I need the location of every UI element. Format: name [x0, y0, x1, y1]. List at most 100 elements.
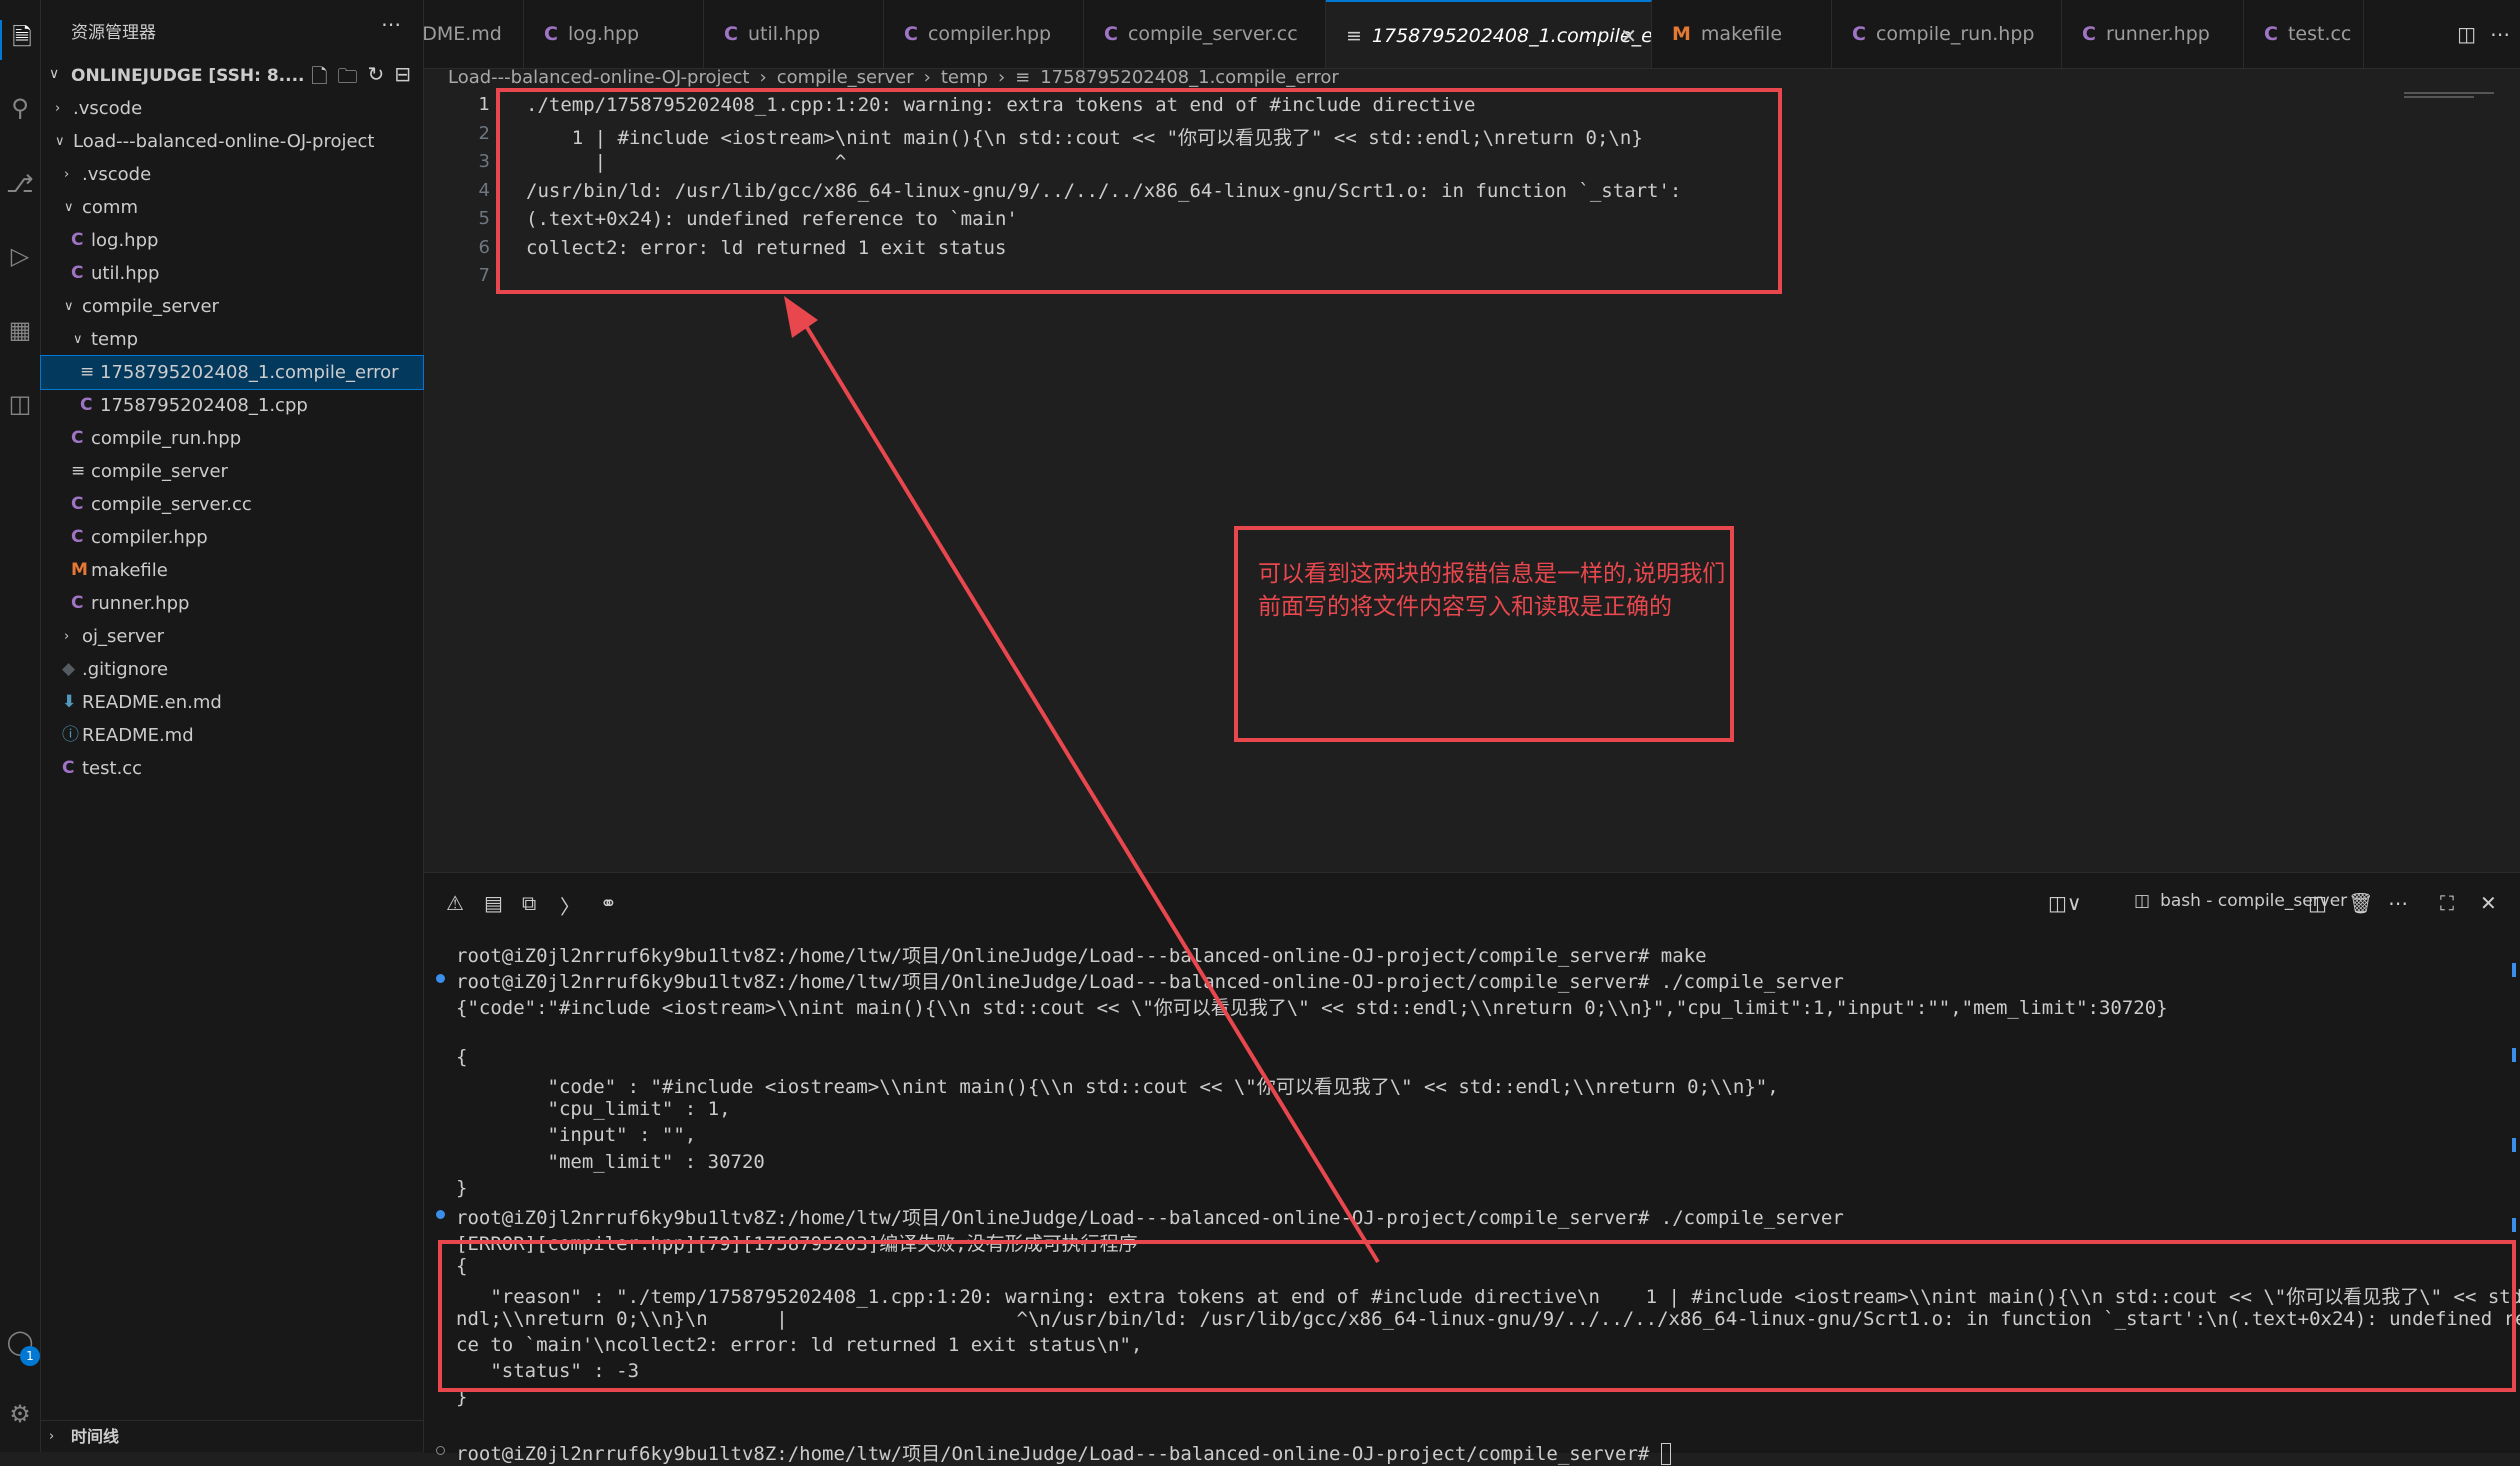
tree-item-label: 1758795202408_1.compile_error [100, 362, 399, 383]
tree-item-label: compile_server.cc [91, 494, 252, 515]
terminal-line-text: "cpu_limit" : 1, [456, 1098, 731, 1121]
close-panel-icon[interactable]: ✕ [2480, 891, 2497, 915]
ports-icon[interactable]: ⚭ [600, 891, 617, 915]
text-file-icon: ≡ [80, 362, 95, 382]
terminal-icon[interactable]: 〉 [560, 891, 580, 920]
chevron-down-icon: ∨ [64, 200, 74, 215]
editor-tab[interactable]: Clog.hpp [524, 0, 704, 68]
tab-label: compile_server.cc [1127, 23, 1298, 45]
new-folder-icon[interactable]: 🗀 [337, 62, 357, 96]
settings-gear-icon[interactable]: ⚙ [0, 1394, 40, 1434]
file-text-icon: ≡ [1015, 66, 1031, 88]
chevron-down-icon: ∨ [55, 134, 65, 149]
timeline-section[interactable]: › 时间线 [41, 1420, 423, 1453]
tree-file[interactable]: ≡ compile_server [41, 455, 423, 488]
terminal-line: } [456, 1177, 467, 1199]
command-decoration[interactable] [436, 1210, 445, 1219]
tree-file[interactable]: Cutil.hpp [41, 257, 423, 290]
editor-tab[interactable]: README.md [424, 0, 524, 68]
editor-tab[interactable]: ≡ 1758795202408_1.compile_error✕ [1326, 0, 1652, 68]
problems-icon[interactable]: ⚠ [446, 891, 464, 915]
chevron-down-icon: ∨ [64, 299, 74, 314]
breadcrumb-item[interactable]: temp [941, 67, 988, 88]
editor-tab[interactable]: Ccompile_server.cc [1084, 0, 1326, 68]
tree-item-label: .gitignore [82, 659, 169, 680]
run-debug-icon[interactable]: ▷ [0, 236, 40, 276]
command-decoration[interactable] [436, 1445, 445, 1455]
terminal-line-text: { [456, 1045, 468, 1068]
tree-file[interactable]: Clog.hpp [41, 224, 423, 257]
tree-item-label: Load---balanced-online-OJ-project [73, 131, 375, 152]
maximize-panel-icon[interactable]: ⛶ [2440, 891, 2454, 915]
breadcrumb-item[interactable]: Load---balanced-online-OJ-project [448, 67, 750, 88]
breadcrumb-item[interactable]: 1758795202408_1.compile_error [1040, 67, 1339, 88]
refresh-icon[interactable]: ↻ [367, 62, 384, 96]
tree-folder[interactable]: › oj_server [41, 620, 423, 653]
tree-file[interactable]: ≡ 1758795202408_1.compile_error [40, 355, 424, 390]
editor-tab[interactable]: Ccompile_run.hpp [1832, 0, 2062, 68]
more-actions-icon[interactable]: ⋯ [2388, 891, 2408, 915]
tree-folder[interactable]: ∨ compile_server [41, 290, 423, 323]
sidebar-title: 资源管理器 [71, 23, 156, 43]
tree-file[interactable]: ⬇ README.en.md [41, 686, 423, 719]
tree-file[interactable]: Ctest.cc [41, 752, 423, 785]
tree-folder[interactable]: › .vscode [41, 158, 423, 191]
new-file-icon[interactable]: 🗋 [311, 62, 327, 96]
tree-item-label: comm [82, 197, 138, 218]
minimap[interactable] [2404, 92, 2504, 106]
editor-tab[interactable]: Cutil.hpp [704, 0, 884, 68]
breadcrumb-item[interactable]: compile_server [777, 67, 914, 88]
tree-folder[interactable]: ∨ comm [41, 191, 423, 224]
collapse-all-icon[interactable]: ⊟ [394, 62, 411, 96]
split-editor-icon[interactable]: ◫ [2457, 0, 2476, 68]
more-actions-icon[interactable]: ⋯ [381, 12, 401, 36]
workspace-header[interactable]: ∨ ONLINEJUDGE [SSH: 8.... 🗋 🗀 ↻ ⊟ [41, 60, 423, 92]
terminal-split-icon: ◫ [2134, 891, 2151, 911]
line-number: 7 [478, 265, 490, 286]
split-terminal-icon[interactable]: ◫ [2308, 891, 2327, 915]
tree-file[interactable]: Ccompile_run.hpp [41, 422, 423, 455]
terminal-cursor [1660, 1443, 1671, 1466]
editor-tab[interactable]: Ccompiler.hpp [884, 0, 1084, 68]
tree-item-label: compiler.hpp [91, 527, 208, 548]
debug-console-icon[interactable]: ⧉ [522, 891, 536, 915]
new-terminal-split-icon[interactable]: ◫∨ [2048, 891, 2082, 915]
tree-folder[interactable]: › .vscode [41, 92, 423, 125]
cpp-file-icon: C [1852, 23, 1866, 45]
text-file-icon: ≡ [71, 461, 86, 481]
scrollbar-marker [2512, 1218, 2516, 1232]
close-icon[interactable]: ✕ [1620, 2, 1637, 68]
search-icon[interactable]: ⚲ [0, 88, 40, 128]
editor-tab[interactable]: Mmakefile [1652, 0, 1832, 68]
annotation-box-editor [496, 88, 1782, 294]
terminal-line: "code" : "#include <iostream>\\nint main… [456, 1072, 1779, 1099]
extensions-icon[interactable]: ▦ [0, 310, 40, 350]
tree-file[interactable]: C 1758795202408_1.cpp [41, 389, 423, 422]
remote-explorer-icon[interactable]: ◫ [0, 384, 40, 424]
tree-file[interactable]: Crunner.hpp [41, 587, 423, 620]
tree-file[interactable]: Ccompile_server.cc [41, 488, 423, 521]
chevron-right-icon: › [64, 629, 70, 644]
cpp-file-icon: C [904, 23, 918, 45]
tab-more-icon[interactable]: ⋯ [2490, 0, 2510, 68]
terminal-line: { [456, 1046, 467, 1068]
trash-icon[interactable]: 🗑 [2348, 891, 2373, 915]
command-decoration[interactable] [436, 974, 445, 984]
output-icon[interactable]: ▤ [484, 891, 503, 915]
tree-file[interactable]: Mmakefile [41, 554, 423, 587]
cpp-file-icon: C [2082, 23, 2096, 45]
tree-file[interactable]: Ccompiler.hpp [41, 521, 423, 554]
source-control-icon[interactable]: ⎇ [0, 164, 40, 204]
cpp-file-icon: C [2264, 23, 2278, 45]
explorer-icon[interactable]: 🗎 [0, 20, 42, 60]
accounts-icon[interactable]: ◯ 1 [0, 1322, 40, 1366]
tree-folder[interactable]: ∨ Load---balanced-online-OJ-project [41, 125, 423, 158]
editor-tab[interactable]: Crunner.hpp [2062, 0, 2244, 68]
line-number: 1 [478, 94, 490, 115]
cpp-file-icon: C [544, 23, 558, 45]
editor-tab[interactable]: Ctest.cc [2244, 0, 2364, 68]
tree-file[interactable]: ◆ .gitignore [41, 653, 423, 686]
gitignore-icon: ◆ [62, 659, 76, 679]
tree-folder[interactable]: ∨ temp [41, 323, 423, 356]
tree-file[interactable]: ⓘ README.md [41, 719, 423, 752]
